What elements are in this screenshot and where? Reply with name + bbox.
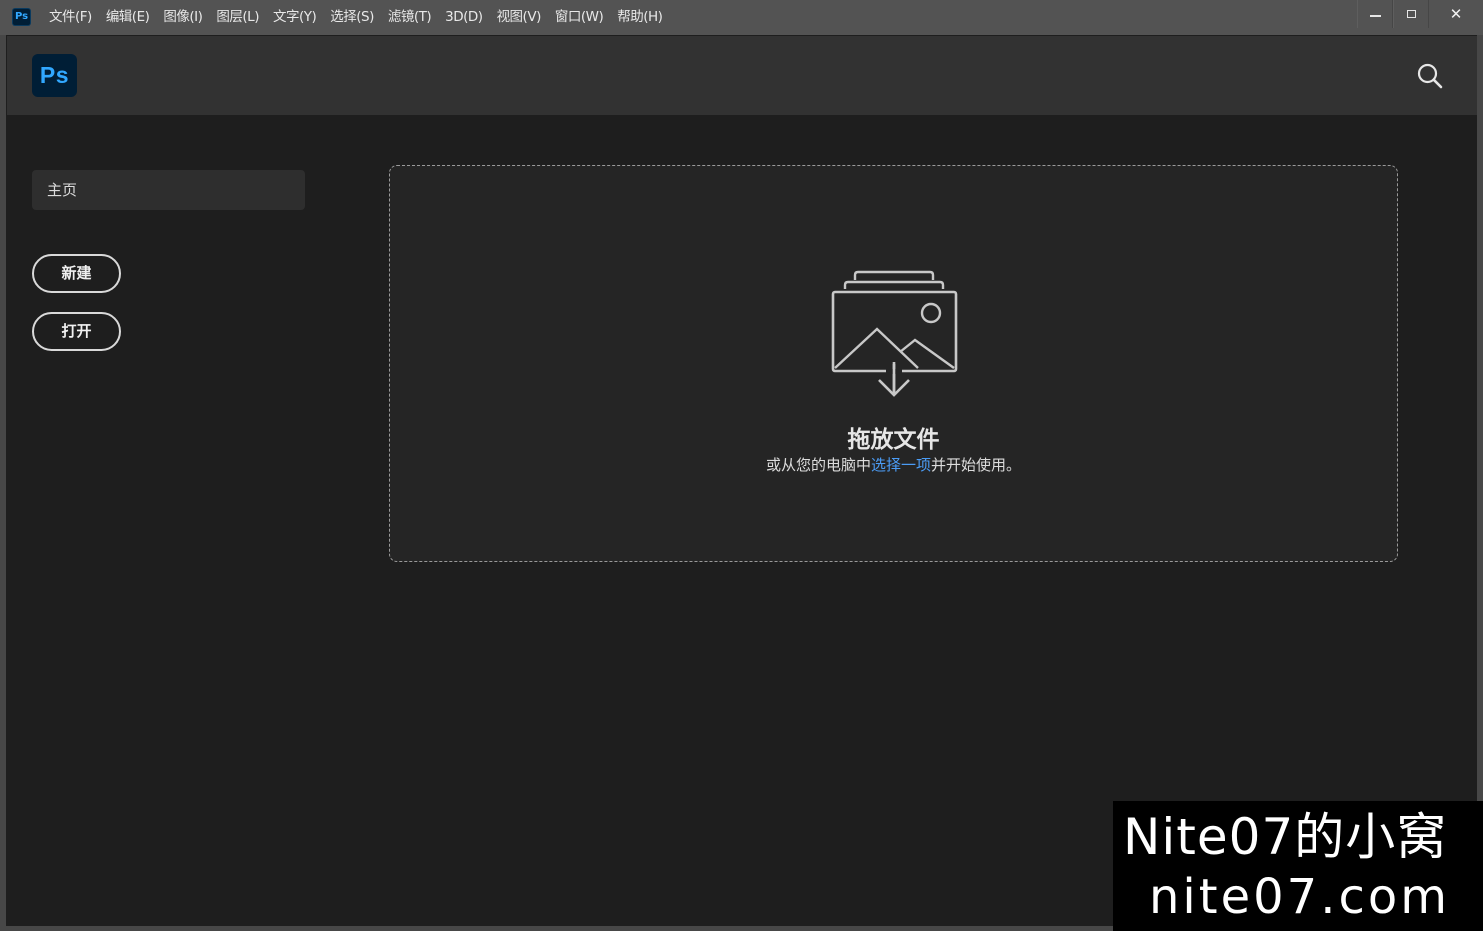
search-button[interactable] [1415, 61, 1445, 91]
home-header: Ps [7, 36, 1477, 115]
maximize-icon [1406, 10, 1416, 18]
image-download-icon [831, 270, 958, 397]
minimize-button[interactable] [1357, 0, 1393, 28]
new-button[interactable]: 新建 [32, 254, 121, 293]
menu-window[interactable]: 窗口(W) [548, 0, 610, 35]
menu-file[interactable]: 文件(F) [42, 0, 99, 35]
window-frame-left [0, 35, 6, 931]
menu-bar: 文件(F) 编辑(E) 图像(I) 图层(L) 文字(Y) 选择(S) 滤镜(T… [42, 0, 669, 35]
menu-image[interactable]: 图像(I) [156, 0, 209, 35]
photoshop-logo: Ps [32, 54, 77, 97]
maximize-button[interactable] [1393, 0, 1429, 28]
watermark-url: nite07.com [1149, 869, 1450, 925]
menu-filter[interactable]: 滤镜(T) [381, 0, 438, 35]
menu-select[interactable]: 选择(S) [323, 0, 381, 35]
sidebar-item-home[interactable]: 主页 [32, 170, 305, 210]
title-bar: Ps 文件(F) 编辑(E) 图像(I) 图层(L) 文字(Y) 选择(S) 滤… [0, 0, 1483, 35]
open-button[interactable]: 打开 [32, 312, 121, 351]
menu-edit[interactable]: 编辑(E) [99, 0, 157, 35]
window-controls: ✕ [1357, 0, 1483, 28]
menu-view[interactable]: 视图(V) [490, 0, 548, 35]
drop-zone[interactable]: 拖放文件 或从您的电脑中选择一项并开始使用。 [389, 165, 1398, 562]
search-icon [1417, 63, 1443, 89]
drop-zone-subtitle-prefix: 或从您的电脑中 [765, 456, 871, 474]
photoshop-app-icon[interactable]: Ps [12, 8, 31, 26]
window-frame-right [1477, 35, 1483, 931]
menu-3d[interactable]: 3D(D) [438, 0, 489, 35]
watermark-title: Nite07的小窝 [1123, 808, 1448, 866]
close-button[interactable]: ✕ [1429, 0, 1483, 28]
drop-zone-title: 拖放文件 [847, 427, 940, 453]
minimize-icon [1369, 14, 1381, 17]
menu-help[interactable]: 帮助(H) [610, 0, 669, 35]
watermark: Nite07的小窝 nite07.com [1113, 801, 1483, 931]
drop-zone-subtitle-suffix: 并开始使用。 [931, 456, 1022, 474]
drop-zone-subtitle: 或从您的电脑中选择一项并开始使用。 [390, 454, 1397, 475]
menu-type[interactable]: 文字(Y) [266, 0, 323, 35]
select-file-link[interactable]: 选择一项 [871, 456, 931, 474]
menu-layer[interactable]: 图层(L) [209, 0, 266, 35]
close-icon: ✕ [1449, 5, 1463, 23]
